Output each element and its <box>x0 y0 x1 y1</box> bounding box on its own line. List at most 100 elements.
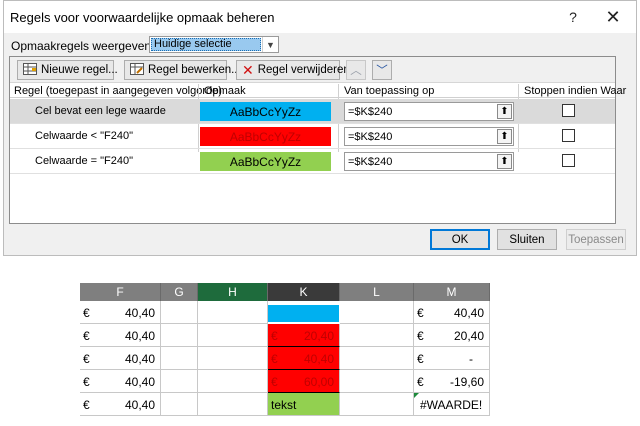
col-stop-header: Stoppen indien Waar <box>524 85 627 97</box>
currency-symbol: € <box>83 352 90 366</box>
col-applies-header: Van toepassing op <box>344 85 435 97</box>
apply-button[interactable]: Toepassen <box>566 229 626 250</box>
show-rules-select[interactable]: Huidige selectie ▼ <box>149 36 279 53</box>
edit-rule-button[interactable]: Regel bewerken... <box>124 60 241 80</box>
cell-m[interactable]: € -19,60 <box>414 370 490 393</box>
rule-row[interactable]: Cel bevat een lege waarde AaBbCcYyZz =$K… <box>10 99 615 124</box>
cell-value: - <box>469 352 473 366</box>
stop-if-true-checkbox[interactable] <box>562 104 575 117</box>
currency-symbol: € <box>417 352 424 366</box>
chevron-down-icon[interactable]: ▼ <box>262 37 278 52</box>
cell-h[interactable] <box>198 324 268 347</box>
cell-text: tekst <box>271 398 297 412</box>
delete-icon: ✕ <box>242 61 254 78</box>
cell-value: 40,40 <box>303 352 334 366</box>
currency-symbol: € <box>83 329 90 343</box>
cell-k[interactable]: €40,40 <box>268 347 340 370</box>
cell-g[interactable] <box>161 393 198 416</box>
close-icon[interactable]: ✕ <box>602 7 624 27</box>
applies-to-value: =$K$240 <box>348 156 393 168</box>
edit-rule-icon <box>130 62 144 78</box>
cell-value: 40,40 <box>124 398 155 412</box>
rule-row[interactable]: Celwaarde = "F240" AaBbCcYyZz =$K$240 ⬆ <box>10 149 615 174</box>
currency-symbol: € <box>417 375 424 389</box>
cell-k[interactable] <box>268 301 340 324</box>
cell-m[interactable]: € - <box>414 347 490 370</box>
rule-name: Celwaarde = "F240" <box>35 155 134 167</box>
rules-toolbar: Nieuwe regel... Regel bewerken... ✕ Rege… <box>10 57 615 83</box>
column-header-g[interactable]: G <box>161 283 198 301</box>
move-up-button[interactable]: ︿ <box>346 60 366 80</box>
cell-value: 40,40 <box>124 329 155 343</box>
cell-l[interactable] <box>340 324 414 347</box>
cell-l[interactable] <box>340 301 414 324</box>
cell-l[interactable] <box>340 370 414 393</box>
stop-if-true-checkbox[interactable] <box>562 129 575 142</box>
cell-f[interactable]: €40,40 <box>80 393 161 416</box>
cell-h[interactable] <box>198 393 268 416</box>
cell-value: 60,00 <box>303 375 334 389</box>
cell-m[interactable]: €40,40 <box>414 301 490 324</box>
rules-panel: Nieuwe regel... Regel bewerken... ✕ Rege… <box>9 56 626 224</box>
error-indicator-icon <box>414 393 419 398</box>
applies-to-field[interactable]: =$K$240 ⬆ <box>344 102 514 121</box>
range-select-icon[interactable]: ⬆ <box>497 154 512 169</box>
currency-symbol: € <box>83 306 90 320</box>
applies-to-value: =$K$240 <box>348 131 393 143</box>
delete-rule-label: Regel verwijderen <box>257 64 350 76</box>
stop-if-true-checkbox[interactable] <box>562 154 575 167</box>
chevron-down-icon: ﹀ <box>376 65 388 77</box>
cell-k[interactable]: tekst <box>268 393 340 416</box>
currency-symbol: € <box>271 329 278 343</box>
cell-k[interactable]: €60,00 <box>268 370 340 393</box>
cell-value: 40,40 <box>124 306 155 320</box>
cell-h[interactable] <box>198 301 268 324</box>
cell-f[interactable]: €40,40 <box>80 370 161 393</box>
cell-value: 40,40 <box>124 352 155 366</box>
rule-row[interactable]: Celwaarde < "F240" AaBbCcYyZz =$K$240 ⬆ <box>10 124 615 149</box>
cell-value: 40,40 <box>124 375 155 389</box>
rules-grid-header: Regel (toegepast in aangegeven volgorde)… <box>10 84 626 98</box>
cell-g[interactable] <box>161 370 198 393</box>
new-rule-button[interactable]: Nieuwe regel... <box>17 60 118 80</box>
cell-f[interactable]: €40,40 <box>80 324 161 347</box>
cell-value: 40,40 <box>453 306 484 320</box>
cell-l[interactable] <box>340 347 414 370</box>
column-header-m[interactable]: M <box>414 283 490 301</box>
cell-g[interactable] <box>161 347 198 370</box>
edit-rule-label: Regel bewerken... <box>148 64 241 76</box>
range-select-icon[interactable]: ⬆ <box>497 104 512 119</box>
applies-to-field[interactable]: =$K$240 ⬆ <box>344 127 514 146</box>
column-header-l[interactable]: L <box>340 283 414 301</box>
help-button[interactable]: ? <box>562 7 584 27</box>
column-header-h[interactable]: H <box>198 283 268 301</box>
cell-g[interactable] <box>161 301 198 324</box>
cell-value: 20,40 <box>303 329 334 343</box>
close-button[interactable]: Sluiten <box>497 229 557 250</box>
applies-to-value: =$K$240 <box>348 106 393 118</box>
rule-name: Cel bevat een lege waarde <box>35 105 166 117</box>
cell-f[interactable]: €40,40 <box>80 301 161 324</box>
ok-button[interactable]: OK <box>430 229 490 250</box>
currency-symbol: € <box>271 375 278 389</box>
column-header-f[interactable]: F <box>80 283 161 301</box>
cell-m[interactable]: #WAARDE! <box>414 393 490 416</box>
applies-to-field[interactable]: =$K$240 ⬆ <box>344 152 514 171</box>
format-preview: AaBbCcYyZz <box>200 152 331 171</box>
cell-f[interactable]: €40,40 <box>80 347 161 370</box>
cell-k[interactable]: €20,40 <box>268 324 340 347</box>
new-rule-icon <box>23 62 37 78</box>
spreadsheet: F G H K L M €40,40 €40,40 €40,40 €20,40 … <box>80 283 490 416</box>
currency-symbol: € <box>271 352 278 366</box>
cell-m[interactable]: €20,40 <box>414 324 490 347</box>
cell-h[interactable] <box>198 347 268 370</box>
rule-name: Celwaarde < "F240" <box>35 130 134 142</box>
move-down-button[interactable]: ﹀ <box>372 60 392 80</box>
range-select-icon[interactable]: ⬆ <box>497 129 512 144</box>
cell-l[interactable] <box>340 393 414 416</box>
delete-rule-button[interactable]: ✕ Regel verwijderen <box>236 60 350 80</box>
cell-h[interactable] <box>198 370 268 393</box>
cell-g[interactable] <box>161 324 198 347</box>
column-header-k[interactable]: K <box>268 283 340 301</box>
currency-symbol: € <box>417 329 424 343</box>
